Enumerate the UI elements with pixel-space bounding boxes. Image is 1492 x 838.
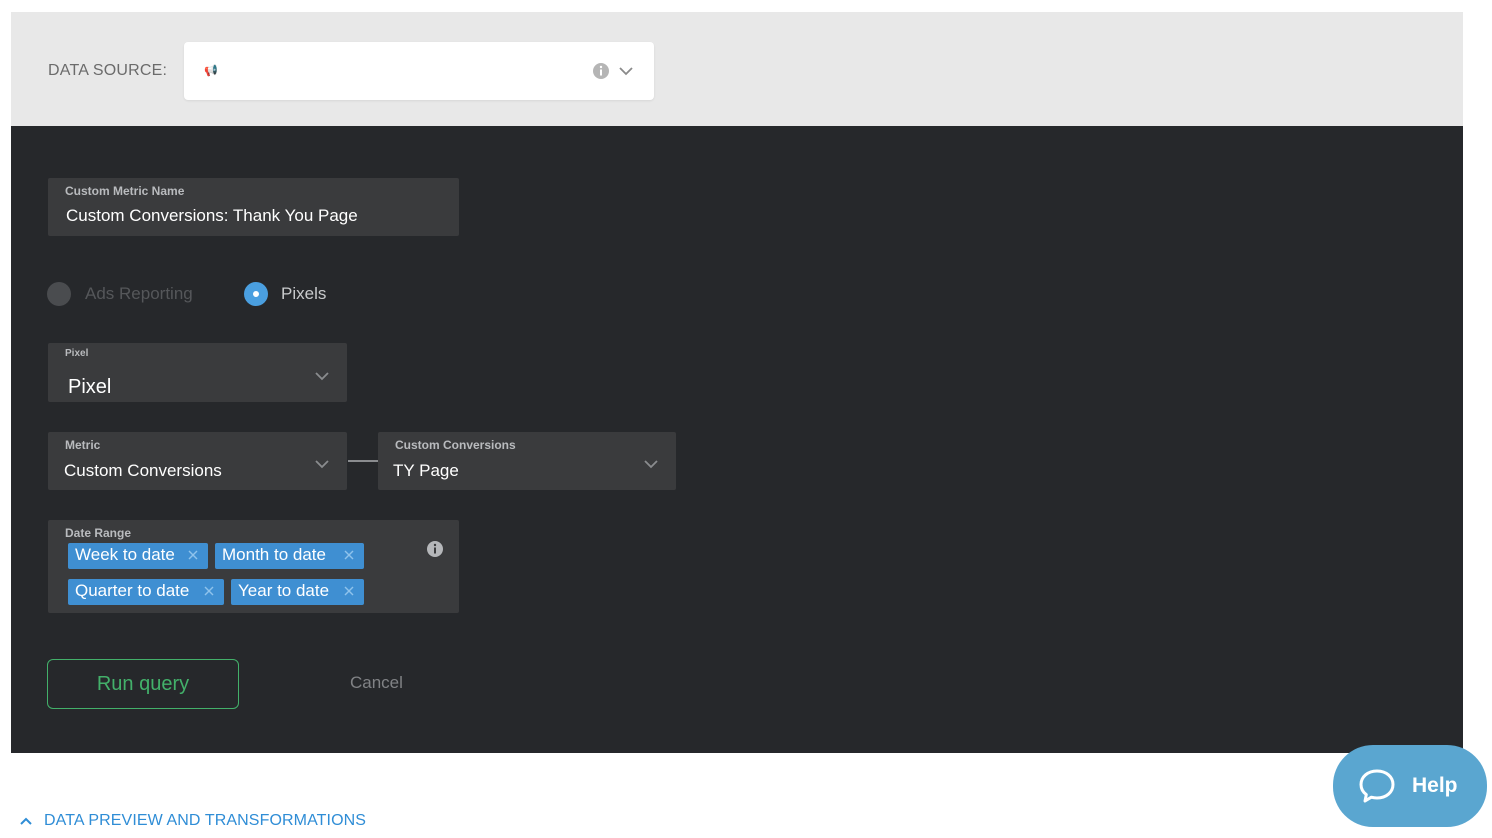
date-chip-year-to-date: Year to date <box>231 579 364 605</box>
date-chip-month-to-date: Month to date <box>215 543 364 569</box>
megaphone-icon: 📢 <box>204 65 218 77</box>
date-chip-label: Quarter to date <box>75 581 190 600</box>
chat-bubble-icon <box>1359 769 1395 803</box>
data-preview-label: DATA PREVIEW AND TRANSFORMATIONS <box>44 812 367 829</box>
metric-select[interactable]: Metric Custom Conversions <box>48 432 347 490</box>
date-chip-label: Year to date <box>238 581 330 600</box>
remove-chip-icon[interactable] <box>186 548 200 562</box>
custom-metric-name-field[interactable]: Custom Metric Name Custom Conversions: T… <box>48 178 459 236</box>
chevron-down-icon <box>315 460 329 469</box>
custom-conversions-label: Custom Conversions <box>395 438 516 452</box>
help-button[interactable]: Help <box>1333 745 1487 827</box>
radio-pixels-label[interactable]: Pixels <box>281 284 326 304</box>
radio-ads-reporting-label[interactable]: Ads Reporting <box>85 284 193 304</box>
date-chip-quarter-to-date: Quarter to date <box>68 579 224 605</box>
metric-connector-line <box>348 460 379 462</box>
chevron-down-icon <box>644 460 658 469</box>
remove-chip-icon[interactable] <box>342 584 356 598</box>
info-icon[interactable] <box>426 540 444 558</box>
info-icon[interactable] <box>592 62 610 80</box>
date-chip-label: Month to date <box>222 545 326 564</box>
date-chip-week-to-date: Week to date <box>68 543 208 569</box>
chevron-down-icon[interactable] <box>618 66 634 76</box>
help-label: Help <box>1412 774 1458 797</box>
custom-metric-name-label: Custom Metric Name <box>65 184 185 198</box>
metric-value: Custom Conversions <box>64 461 222 480</box>
custom-metric-name-value: Custom Conversions: Thank You Page <box>66 206 358 225</box>
data-source-bar: DATA SOURCE: 📢 <box>11 12 1463 126</box>
chevron-down-icon <box>315 372 329 381</box>
date-chip-label: Week to date <box>75 545 175 564</box>
query-config-panel: Custom Metric Name Custom Conversions: T… <box>11 126 1463 753</box>
data-source-select[interactable]: 📢 <box>184 42 654 100</box>
data-source-label: DATA SOURCE: <box>48 62 168 79</box>
remove-chip-icon[interactable] <box>342 548 356 562</box>
chevron-up-icon <box>20 817 32 825</box>
remove-chip-icon[interactable] <box>202 584 216 598</box>
date-range-label: Date Range <box>65 526 132 540</box>
pixel-label: Pixel <box>65 348 89 359</box>
radio-ads-reporting[interactable] <box>47 282 71 306</box>
run-query-button[interactable]: Run query <box>47 659 239 709</box>
date-range-field[interactable]: Date Range Week to date Month to date Qu… <box>48 520 459 613</box>
radio-pixels[interactable] <box>244 282 268 306</box>
pixel-value: Pixel <box>68 376 112 398</box>
pixel-select[interactable]: Pixel Pixel <box>48 343 347 402</box>
metric-label: Metric <box>65 438 101 452</box>
custom-conversions-select[interactable]: Custom Conversions TY Page <box>378 432 676 490</box>
cancel-button[interactable]: Cancel <box>350 673 403 693</box>
custom-conversions-value: TY Page <box>393 461 459 480</box>
